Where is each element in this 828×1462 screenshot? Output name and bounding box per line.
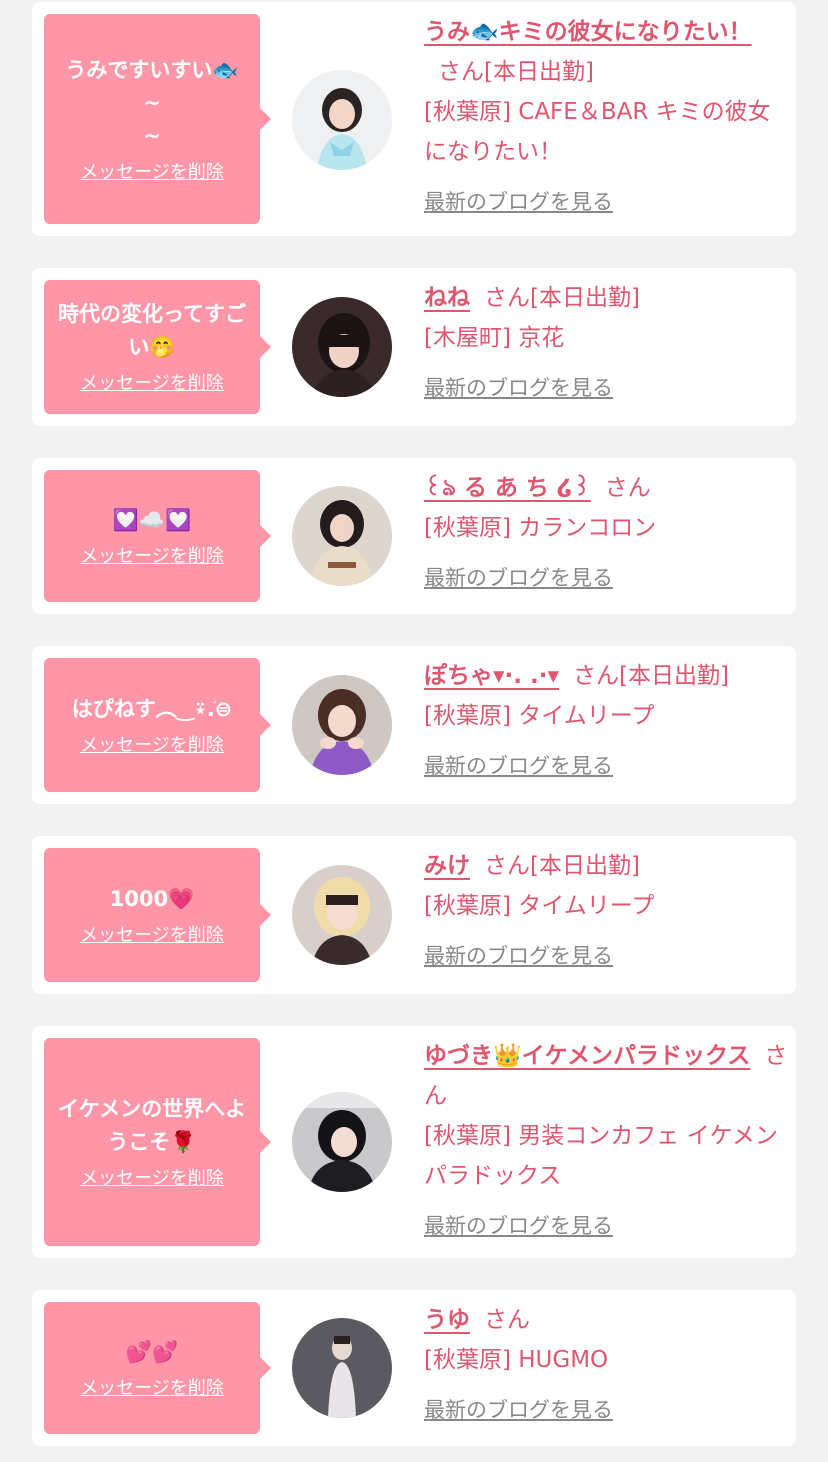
cast-info: ꒰ঌ る あ ち ໒꒱ さん [秋葉原] カランコロン 最新のブログを見る xyxy=(424,468,788,598)
avatar-photo xyxy=(292,486,392,586)
avatar[interactable] xyxy=(292,675,392,775)
avatar[interactable] xyxy=(292,1092,392,1192)
cast-name-link[interactable]: うみ🐟キミの彼女になりたい！ xyxy=(424,19,752,45)
latest-blog-link[interactable]: 最新のブログを見る xyxy=(424,1390,613,1430)
message-text: イケメンの世界へようこそ🌹 xyxy=(57,1097,247,1154)
cast-suffix: さん[本日出勤] xyxy=(573,663,729,689)
message-card: はぴねす︵‿⍣.ֹ⊜ メッセージを削除 ぽちゃ▾·. .·▾ さん[本日出勤] [… xyxy=(32,646,796,804)
cast-info: ねね さん[本日出勤] [木屋町] 京花 最新のブログを見る xyxy=(424,278,788,408)
shop-name: [秋葉原] タイムリープ xyxy=(424,703,655,729)
message-bubble: 💕💕 メッセージを削除 xyxy=(44,1302,271,1434)
avatar[interactable] xyxy=(292,865,392,965)
latest-blog-link[interactable]: 最新のブログを見る xyxy=(424,936,613,976)
message-bubble: 💟☁️💟 メッセージを削除 xyxy=(44,470,271,602)
cast-suffix: さん[本日出勤] xyxy=(484,285,640,311)
message-card: 💕💕 メッセージを削除 うゆ さん [秋葉原] HUGMO 最新のブログを見る xyxy=(32,1290,796,1446)
cast-name-link[interactable]: ねね xyxy=(424,285,470,311)
avatar-photo xyxy=(292,297,392,397)
shop-name: [木屋町] 京花 xyxy=(424,325,565,351)
cast-name-link[interactable]: うゆ xyxy=(424,1307,470,1333)
message-text: うみですいすい🐟 ~ ~ xyxy=(65,57,239,148)
cast-suffix: さん xyxy=(604,475,651,501)
latest-blog-link[interactable]: 最新のブログを見る xyxy=(424,182,613,222)
cast-name-link[interactable]: ぽちゃ▾·. .·▾ xyxy=(424,663,559,689)
cast-name-link[interactable]: みけ xyxy=(424,853,470,879)
message-text: 💟☁️💟 xyxy=(112,507,192,532)
cast-info: うみ🐟キミの彼女になりたい！ さん[本日出勤] [秋葉原] CAFE＆BAR キミ… xyxy=(424,12,788,222)
message-bubble: はぴねす︵‿⍣.ֹ⊜ メッセージを削除 xyxy=(44,658,271,792)
shop-name: [秋葉原] タイムリープ xyxy=(424,893,655,919)
message-bubble: 時代の変化ってすごい🤭 メッセージを削除 xyxy=(44,280,271,414)
shop-name: [秋葉原] カランコロン xyxy=(424,515,657,541)
avatar[interactable] xyxy=(292,297,392,397)
shop-name: [秋葉原] 男装コンカフェ イケメンパラドックス xyxy=(424,1123,778,1189)
avatar-photo xyxy=(292,1318,392,1418)
cast-suffix: さん[本日出勤] xyxy=(438,59,594,85)
avatar-photo xyxy=(292,865,392,965)
cast-name-link[interactable]: ゆづき👑イケメンパラドックス xyxy=(424,1043,750,1069)
latest-blog-link[interactable]: 最新のブログを見る xyxy=(424,558,613,598)
shop-name: [秋葉原] CAFE＆BAR キミの彼女になりたい！ xyxy=(424,99,771,165)
message-card: うみですいすい🐟 ~ ~ メッセージを削除 うみ🐟キミの彼女になりたい！ さん[本… xyxy=(32,2,796,236)
message-card: 時代の変化ってすごい🤭 メッセージを削除 ねね さん[本日出勤] [木屋町] 京花… xyxy=(32,268,796,426)
cast-info: うゆ さん [秋葉原] HUGMO 最新のブログを見る xyxy=(424,1300,788,1430)
message-text: 💕💕 xyxy=(125,1339,179,1364)
delete-message-link[interactable]: メッセージを削除 xyxy=(80,161,224,185)
message-text: はぴねす︵‿⍣.ֹ⊜ xyxy=(71,696,233,721)
message-text: 時代の変化ってすごい🤭 xyxy=(58,302,246,359)
avatar-photo xyxy=(292,70,392,170)
cast-suffix: さん[本日出勤] xyxy=(484,853,640,879)
delete-message-link[interactable]: メッセージを削除 xyxy=(80,372,224,396)
message-bubble: イケメンの世界へようこそ🌹 メッセージを削除 xyxy=(44,1038,271,1246)
message-bubble: 1000💗 メッセージを削除 xyxy=(44,848,271,982)
message-card: 💟☁️💟 メッセージを削除 ꒰ঌ る あ ち ໒꒱ さん [秋葉原] カランコロン… xyxy=(32,458,796,614)
avatar[interactable] xyxy=(292,486,392,586)
latest-blog-link[interactable]: 最新のブログを見る xyxy=(424,746,613,786)
message-bubble: うみですいすい🐟 ~ ~ メッセージを削除 xyxy=(44,14,271,224)
cast-name-link[interactable]: ꒰ঌ る あ ち ໒꒱ xyxy=(424,475,591,501)
latest-blog-link[interactable]: 最新のブログを見る xyxy=(424,1206,613,1246)
shop-name: [秋葉原] HUGMO xyxy=(424,1347,609,1373)
delete-message-link[interactable]: メッセージを削除 xyxy=(80,924,224,948)
cast-info: ゆづき👑イケメンパラドックス さん [秋葉原] 男装コンカフェ イケメンパラドック… xyxy=(424,1036,788,1246)
delete-message-link[interactable]: メッセージを削除 xyxy=(80,1377,224,1401)
latest-blog-link[interactable]: 最新のブログを見る xyxy=(424,368,613,408)
message-card: イケメンの世界へようこそ🌹 メッセージを削除 ゆづき👑イケメンパラドックス さん … xyxy=(32,1026,796,1258)
delete-message-link[interactable]: メッセージを削除 xyxy=(80,545,224,569)
avatar-photo xyxy=(292,1092,392,1192)
avatar[interactable] xyxy=(292,1318,392,1418)
delete-message-link[interactable]: メッセージを削除 xyxy=(80,1167,224,1191)
cast-info: みけ さん[本日出勤] [秋葉原] タイムリープ 最新のブログを見る xyxy=(424,846,788,976)
message-text: 1000💗 xyxy=(109,886,195,911)
delete-message-link[interactable]: メッセージを削除 xyxy=(80,734,224,758)
avatar-photo xyxy=(292,675,392,775)
message-card: 1000💗 メッセージを削除 みけ さん[本日出勤] [秋葉原] タイムリープ 最… xyxy=(32,836,796,994)
cast-suffix: さん xyxy=(484,1307,530,1333)
cast-info: ぽちゃ▾·. .·▾ さん[本日出勤] [秋葉原] タイムリープ 最新のブログを見… xyxy=(424,656,788,786)
avatar[interactable] xyxy=(292,70,392,170)
